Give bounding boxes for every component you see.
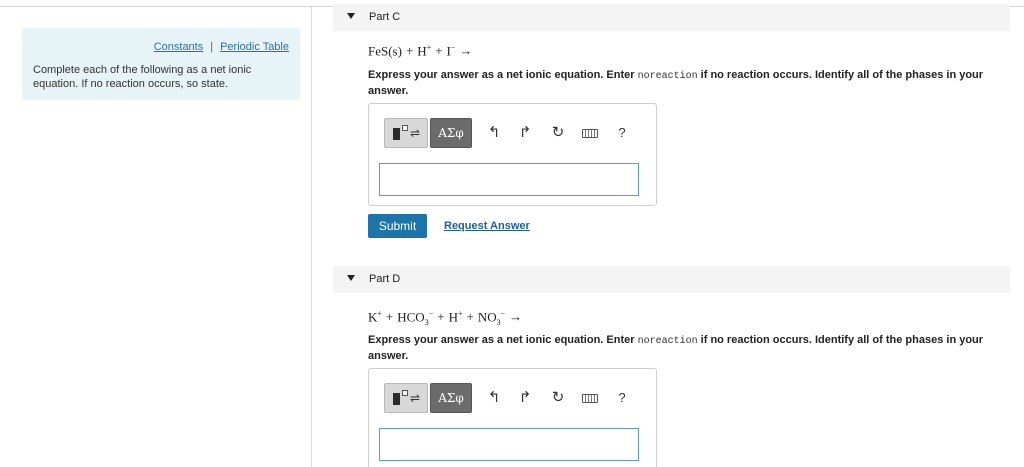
undo-icon[interactable]: ↰ [483, 383, 505, 413]
sidebar-links: Constants | Periodic Table [154, 41, 289, 53]
eq-term: HCO [397, 309, 425, 325]
reset-icon[interactable]: ↻ [547, 118, 569, 148]
submit-button[interactable]: Submit [368, 214, 427, 238]
part-c-answer-input[interactable] [379, 163, 639, 196]
column-divider [311, 7, 312, 467]
eq-arrow: → [459, 43, 473, 59]
part-c-instructions: Express your answer as a net ionic equat… [368, 68, 998, 98]
template-block-icon [393, 128, 400, 140]
greek-symbols-button[interactable]: ΑΣφ [430, 383, 472, 413]
redo-icon[interactable]: ↱ [514, 118, 536, 148]
eq-term: H [448, 309, 458, 325]
instr-code: noreaction [637, 71, 698, 82]
keyboard-glyph [582, 394, 598, 403]
sidebar-instructions: Complete each of the following as a net … [33, 64, 252, 90]
instr-text: Express your answer as a net ionic equat… [368, 69, 638, 81]
request-answer-link[interactable]: Request Answer [444, 220, 530, 232]
part-c-equation: FeS(s) + H+ + I− → [368, 43, 476, 59]
instr-text: Express your answer as a net ionic equat… [368, 334, 638, 346]
instr-code: noreaction [637, 336, 698, 347]
greek-symbols-button[interactable]: ΑΣφ [430, 118, 472, 148]
keyboard-icon[interactable] [579, 118, 601, 148]
help-icon[interactable]: ? [611, 118, 633, 148]
eq-plus: + [466, 309, 474, 325]
part-c-header[interactable]: Part C [333, 4, 1010, 31]
keyboard-glyph [582, 129, 598, 138]
constants-link[interactable]: Constants [154, 41, 204, 53]
part-d-instructions: Express your answer as a net ionic equat… [368, 333, 998, 363]
eq-term: H [417, 43, 427, 59]
eq-subscript: 3 [424, 317, 429, 327]
part-d-equation: K+ + HCO3− + H+ + NO3− → [368, 309, 526, 327]
eq-plus: + [437, 309, 445, 325]
eq-term: NO [477, 309, 497, 325]
keyboard-icon[interactable] [579, 383, 601, 413]
sidebar-info-panel: Constants | Periodic Table Complete each o… [22, 28, 300, 100]
template-equals-icon: ⇌ [410, 126, 421, 140]
part-c-answer-box: ⇌ ΑΣφ ↰ ↱ ↻ ? [368, 103, 657, 206]
template-superscript-icon [402, 125, 408, 131]
eq-plus: + [405, 43, 414, 59]
reset-icon[interactable]: ↻ [547, 383, 569, 413]
undo-icon[interactable]: ↰ [483, 118, 505, 148]
part-c-title: Part C [369, 11, 401, 23]
template-superscript-icon [402, 390, 408, 396]
eq-subscript: 3 [496, 317, 501, 327]
collapse-triangle-icon[interactable] [347, 275, 355, 281]
eq-arrow: → [509, 309, 523, 325]
part-d-answer-box: ⇌ ΑΣφ ↰ ↱ ↻ ? [368, 368, 657, 467]
periodic-table-link[interactable]: Periodic Table [220, 41, 289, 53]
eq-charge: − [500, 309, 506, 318]
templates-button[interactable]: ⇌ [384, 383, 428, 413]
eq-plus: + [385, 309, 394, 325]
eq-charge: + [377, 309, 382, 318]
part-d-title: Part D [369, 273, 401, 285]
eq-plus: + [435, 43, 443, 59]
link-separator: | [210, 41, 214, 53]
part-d-header[interactable]: Part D [333, 266, 1010, 293]
eq-charge: − [428, 309, 434, 318]
eq-charge: − [450, 43, 456, 52]
eq-charge: + [426, 43, 432, 52]
help-icon[interactable]: ? [611, 383, 633, 413]
part-d-answer-input[interactable] [379, 428, 639, 461]
collapse-triangle-icon[interactable] [347, 13, 355, 19]
eq-term: K [368, 309, 378, 325]
template-equals-icon: ⇌ [410, 391, 421, 405]
math-toolbar: ⇌ ΑΣφ ↰ ↱ ↻ ? [383, 118, 643, 148]
eq-term: FeS(s) [368, 43, 402, 59]
templates-button[interactable]: ⇌ [384, 118, 428, 148]
template-block-icon [393, 393, 400, 405]
eq-charge: + [457, 309, 463, 318]
redo-icon[interactable]: ↱ [514, 383, 536, 413]
math-toolbar: ⇌ ΑΣφ ↰ ↱ ↻ ? [383, 383, 643, 413]
